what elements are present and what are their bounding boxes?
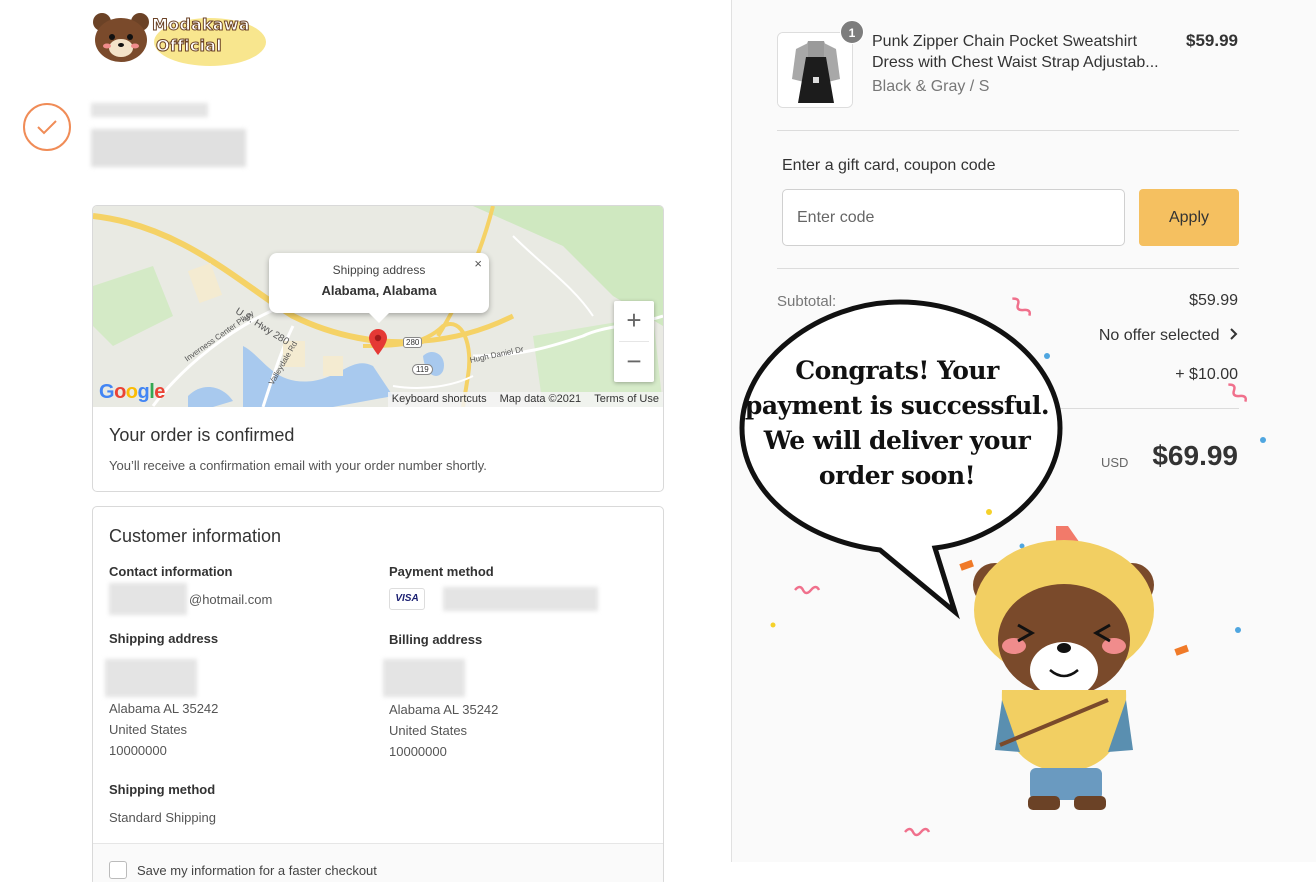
terms-of-use-link[interactable]: Terms of Use (594, 393, 659, 405)
contact-email: @hotmail.com (189, 592, 273, 607)
google-logo[interactable]: Google (99, 381, 165, 404)
product-thumbnail (777, 32, 853, 108)
map-zoom-controls: + − (614, 301, 654, 382)
address-popup: Shipping address Alabama, Alabama × (269, 253, 489, 323)
product-name-line-2: Dress with Chest Waist Strap Adjustab... (872, 54, 1159, 71)
order-confirmed-subtitle: You’ll receive a confirmation email with… (109, 458, 487, 473)
visa-card-icon: VISA (389, 588, 425, 610)
map-card: Shipping address Alabama, Alabama × 280 … (92, 205, 664, 492)
product-price: $59.99 (1186, 31, 1238, 50)
bear-mascot-icon (973, 526, 1154, 810)
redacted-billing-name (383, 659, 465, 697)
customer-info-title: Customer information (109, 526, 282, 546)
shipping-map[interactable]: Shipping address Alabama, Alabama × 280 … (93, 206, 663, 407)
shipping-address-lines: Alabama AL 35242 United States 10000000 (109, 698, 218, 761)
redacted-customer-name (91, 129, 246, 167)
brand-logo-text: Modakawa Official (152, 14, 251, 56)
redacted-shipping-name (105, 659, 197, 697)
billing-address-lines: Alabama AL 35242 United States 10000000 (389, 699, 498, 762)
keyboard-shortcuts-link[interactable]: Keyboard shortcuts (392, 393, 487, 405)
logo-line-1: Modakawa (152, 15, 251, 35)
popup-address: Alabama, Alabama (321, 283, 437, 298)
product-variant: Black & Gray / S (872, 78, 990, 95)
redacted-order-number (91, 103, 208, 117)
coupon-code-input[interactable] (782, 189, 1125, 246)
redacted-card-number (443, 587, 598, 611)
shipping-line-1: Alabama AL 35242 (109, 701, 219, 716)
apply-button[interactable]: Apply (1139, 189, 1239, 246)
map-road-shield-280: 280 (403, 337, 423, 348)
order-confirmed-title: Your order is confirmed (109, 425, 295, 445)
gift-card-label: Enter a gift card, coupon code (782, 157, 996, 174)
congrats-message: Congrats! Your payment is successful. We… (744, 356, 1050, 490)
contact-info-label: Contact information (109, 564, 233, 579)
shipping-method-value: Standard Shipping (109, 810, 216, 825)
billing-line-1: Alabama AL 35242 (389, 702, 499, 717)
left-column: Modakawa Official Shipping address Alaba… (0, 0, 731, 882)
map-footer: Keyboard shortcuts Map data ©2021 Terms … (387, 392, 663, 407)
shipping-line-3: 10000000 (109, 743, 167, 758)
payment-method-label: Payment method (389, 564, 494, 579)
save-info-checkbox[interactable] (109, 861, 127, 879)
product-name[interactable]: Punk Zipper Chain Pocket Sweatshirt Dres… (872, 31, 1172, 73)
redacted-email-user (109, 583, 187, 615)
brand-logo[interactable]: Modakawa Official (90, 8, 270, 70)
shipping-line-2: United States (109, 722, 188, 737)
divider (777, 268, 1239, 269)
popup-title: Shipping address (332, 263, 426, 277)
save-info-label[interactable]: Save my information for a faster checkou… (137, 863, 377, 878)
customer-info-card: Customer information Contact information… (92, 506, 664, 882)
shipping-address-label: Shipping address (109, 631, 219, 646)
logo-line-2: Official (156, 36, 223, 56)
popup-close-icon[interactable]: × (474, 256, 482, 271)
save-info-row: Save my information for a faster checkou… (93, 843, 663, 882)
zoom-out-button[interactable]: − (614, 342, 654, 382)
shipping-method-label: Shipping method (109, 782, 216, 797)
billing-line-2: United States (389, 723, 468, 738)
map-road-shield-119: 119 (412, 364, 433, 375)
product-name-line-1: Punk Zipper Chain Pocket Sweatshirt (872, 33, 1138, 50)
quantity-badge: 1 (840, 20, 864, 44)
divider (777, 130, 1239, 131)
zoom-in-button[interactable]: + (614, 301, 654, 341)
billing-address-label: Billing address (389, 632, 483, 647)
map-data-text: Map data ©2021 (499, 393, 582, 405)
bottom-strip (714, 862, 1316, 882)
billing-line-3: 10000000 (389, 744, 447, 759)
confirmed-check-icon (23, 103, 71, 151)
location-pin-icon (369, 329, 387, 355)
dress-image-icon (778, 33, 852, 107)
checkout-page: Modakawa Official Shipping address Alaba… (0, 0, 1316, 882)
